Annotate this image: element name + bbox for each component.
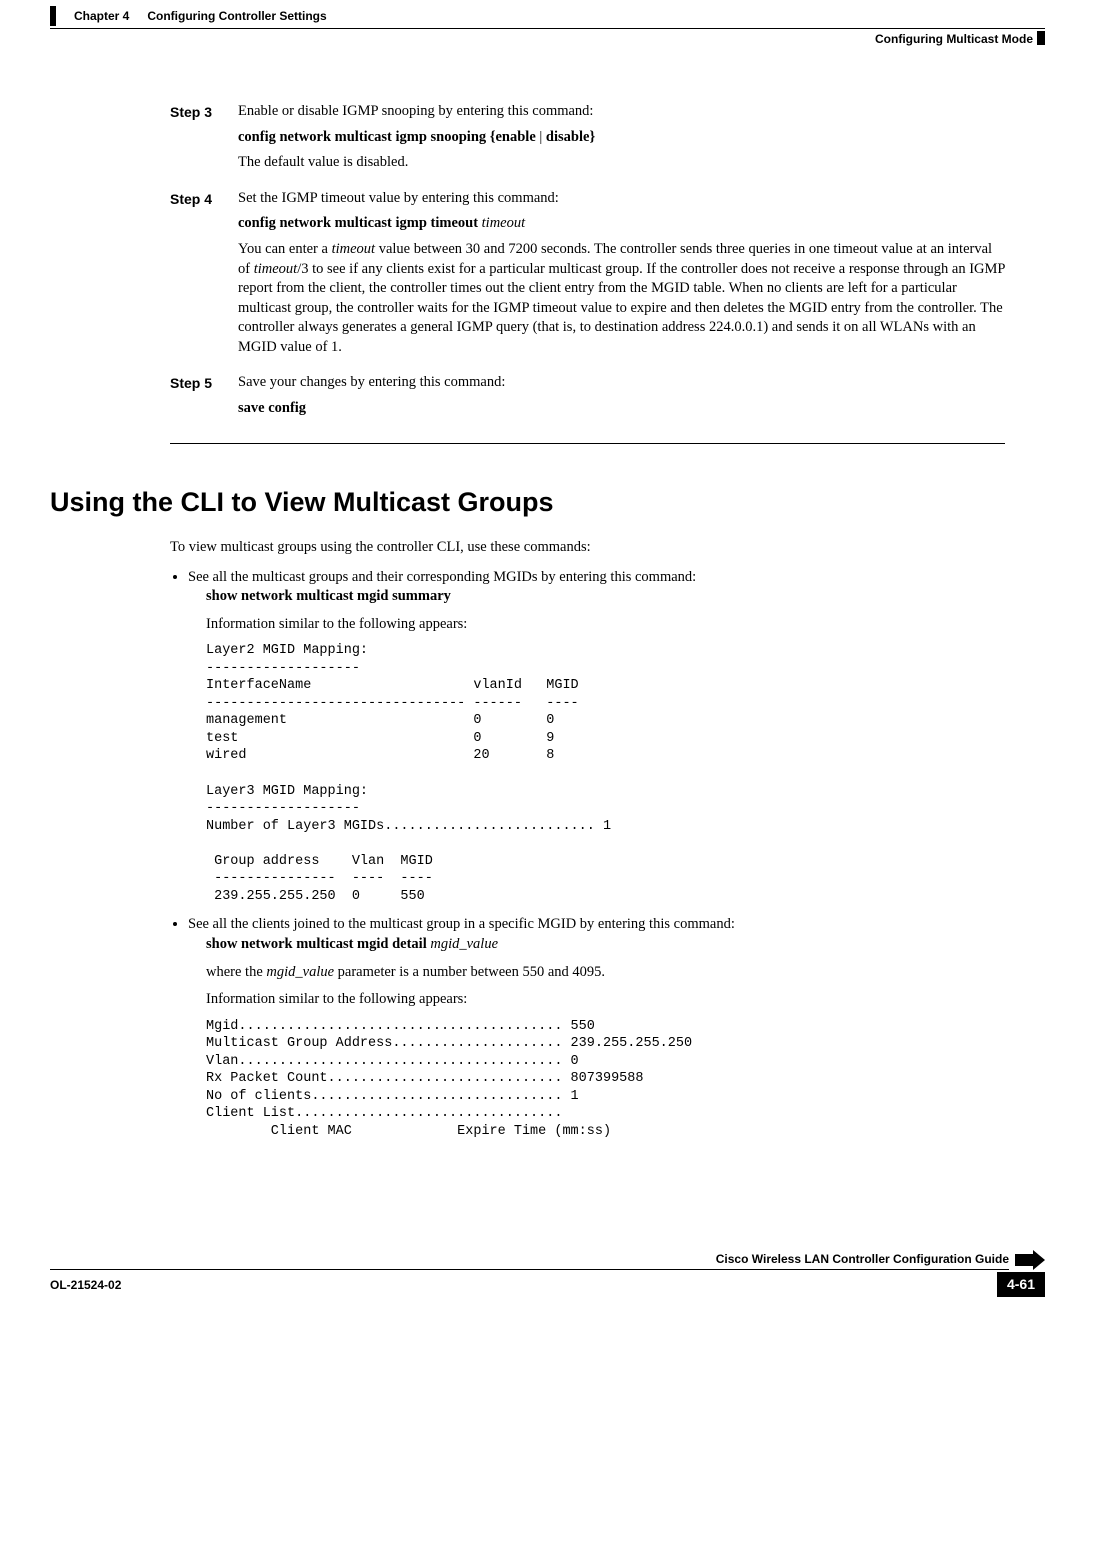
header-bar-right-icon <box>1037 31 1045 45</box>
command-text: config network multicast igmp timeout <box>238 215 478 231</box>
where-post: parameter is a number between 550 and 40… <box>334 964 605 980</box>
where-em: mgid_value <box>266 964 334 980</box>
bullet-lead: See all the clients joined to the multic… <box>188 916 735 932</box>
section-heading: Using the CLI to View Multicast Groups <box>50 484 1045 520</box>
step-label: Step 4 <box>170 189 238 364</box>
bullet-command-arg: mgid_value <box>430 936 498 952</box>
header-left: Chapter 4 Configuring Controller Setting… <box>50 6 327 26</box>
page-footer: Cisco Wireless LAN Controller Configurat… <box>0 1250 1095 1297</box>
list-item: See all the multicast groups and their c… <box>188 568 1005 906</box>
bullet-lead: See all the multicast groups and their c… <box>188 569 696 585</box>
step-body: Set the IGMP timeout value by entering t… <box>238 189 1005 364</box>
bullet-command: show network multicast mgid detail <box>206 936 427 952</box>
command-opt-disable: disable <box>546 129 590 145</box>
step-body: Enable or disable IGMP snooping by enter… <box>238 102 595 179</box>
step-label: Step 3 <box>170 102 238 179</box>
bullet-command: show network multicast mgid summary <box>206 588 451 604</box>
page-number: 4-61 <box>997 1272 1045 1297</box>
where-pre: where the <box>206 964 266 980</box>
bullet-list: See all the multicast groups and their c… <box>170 568 1005 1141</box>
step-4: Step 4 Set the IGMP timeout value by ent… <box>170 189 1005 364</box>
header-bar-icon <box>50 6 56 26</box>
command-arg-em: timeout <box>482 215 526 231</box>
subheader: Configuring Multicast Mode <box>50 29 1045 47</box>
cli-output: Mgid....................................… <box>206 1018 1005 1141</box>
command-sep: | <box>536 129 546 145</box>
step-intro: Set the IGMP timeout value by entering t… <box>238 189 1005 209</box>
chapter-title: Configuring Controller Settings <box>147 8 326 24</box>
page-header: Chapter 4 Configuring Controller Setting… <box>50 0 1045 29</box>
step-post: The default value is disabled. <box>238 153 595 173</box>
footer-guide-title: Cisco Wireless LAN Controller Configurat… <box>50 1251 1009 1270</box>
step-command: config network multicast igmp timeout ti… <box>238 214 1005 234</box>
footer-arrow-icon <box>1015 1250 1045 1270</box>
step-command: save config <box>238 399 505 419</box>
step-intro: Enable or disable IGMP snooping by enter… <box>238 102 595 122</box>
command-brace-close: } <box>589 129 595 145</box>
bullet-info: Information similar to the following app… <box>206 990 1005 1010</box>
command-opt-enable: enable <box>495 129 535 145</box>
list-item: See all the clients joined to the multic… <box>188 915 1005 1140</box>
footer-doc-id: OL-21524-02 <box>50 1277 121 1293</box>
command-text: config network multicast igmp snooping <box>238 129 486 145</box>
section-body: To view multicast groups using the contr… <box>50 538 1045 1141</box>
step-3: Step 3 Enable or disable IGMP snooping b… <box>170 102 1005 179</box>
step-post-long: You can enter a timeout value between 30… <box>238 240 1005 357</box>
step-intro: Save your changes by entering this comma… <box>238 373 505 393</box>
chapter-label: Chapter 4 <box>74 8 129 24</box>
horizontal-rule <box>170 443 1005 444</box>
command-text: save config <box>238 400 306 416</box>
section-intro: To view multicast groups using the contr… <box>170 538 1005 558</box>
steps-content: Step 3 Enable or disable IGMP snooping b… <box>50 102 1045 443</box>
step-command: config network multicast igmp snooping {… <box>238 128 595 148</box>
bullet-where: where the mgid_value parameter is a numb… <box>206 963 1005 983</box>
section-breadcrumb: Configuring Multicast Mode <box>875 31 1033 47</box>
bullet-info: Information similar to the following app… <box>206 615 1005 635</box>
step-5: Step 5 Save your changes by entering thi… <box>170 373 1005 424</box>
step-body: Save your changes by entering this comma… <box>238 373 505 424</box>
step-label: Step 5 <box>170 373 238 424</box>
cli-output: Layer2 MGID Mapping: -------------------… <box>206 642 1005 905</box>
